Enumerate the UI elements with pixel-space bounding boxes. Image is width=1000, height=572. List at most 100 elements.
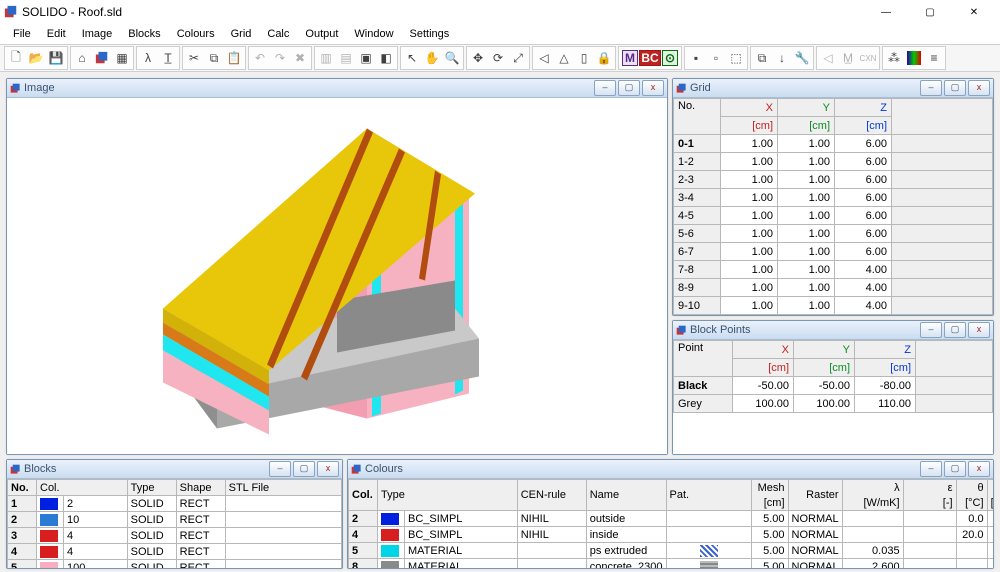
colours-row[interactable]: 5MATERIALps extruded5.00NORMAL0.035 [349, 543, 994, 559]
menu-calc[interactable]: Calc [260, 27, 296, 41]
delete-icon[interactable]: ✖ [290, 48, 310, 68]
palette-icon[interactable]: ▦ [112, 48, 132, 68]
blocks-max-button[interactable]: ▢ [293, 461, 315, 477]
dot-icon[interactable]: ▪ [686, 48, 706, 68]
blocks-row[interactable]: 5100SOLIDRECT [8, 560, 342, 569]
blocks-table[interactable]: No. Col. Type Shape STL File 12SOLIDRECT… [7, 479, 342, 568]
left-icon[interactable]: ◁ [534, 48, 554, 68]
block-points-row[interactable]: Black-50.00-50.00-80.00 [674, 377, 993, 395]
tool-d-icon[interactable]: ◧ [376, 48, 396, 68]
grid-table[interactable]: No. X Y Z [cm] [cm] [cm] 0-11.001.006.00… [673, 98, 993, 315]
minimize-button[interactable]: — [864, 0, 908, 24]
redo-icon[interactable]: ↷ [270, 48, 290, 68]
maximize-button[interactable]: ▢ [908, 0, 952, 24]
wand-icon[interactable]: ⁂ [884, 48, 904, 68]
image-min-button[interactable]: – [594, 80, 616, 96]
menu-output[interactable]: Output [298, 27, 345, 41]
scale-icon[interactable]: ⤢ [508, 48, 528, 68]
grid-min-button[interactable]: – [920, 80, 942, 96]
menu-edit[interactable]: Edit [40, 27, 73, 41]
wrench-icon[interactable]: 🔧 [792, 48, 812, 68]
text-icon[interactable]: T̲ [158, 48, 178, 68]
blocks-close-button[interactable]: x [317, 461, 339, 477]
image-viewport[interactable] [7, 98, 667, 454]
grid-row[interactable]: 6-71.001.006.00 [674, 243, 993, 261]
blocks-row[interactable]: 34SOLIDRECT [8, 528, 342, 544]
grid-row[interactable]: 3-41.001.006.00 [674, 189, 993, 207]
close-button[interactable]: ✕ [952, 0, 996, 24]
tool-c-icon[interactable]: ▣ [356, 48, 376, 68]
block-points-body[interactable]: Point X Y Z [cm] [cm] [cm] Black-50.00-5… [673, 340, 993, 454]
menu-window[interactable]: Window [347, 27, 400, 41]
grid-row[interactable]: 7-81.001.004.00 [674, 261, 993, 279]
lock-icon[interactable]: 🔒 [594, 48, 614, 68]
bar-icon[interactable]: ▯ [574, 48, 594, 68]
up-icon[interactable]: △ [554, 48, 574, 68]
grid-row[interactable]: 9-101.001.004.00 [674, 297, 993, 315]
blocks-row[interactable]: 12SOLIDRECT [8, 496, 342, 512]
image-close-button[interactable]: x [642, 80, 664, 96]
blocks-body[interactable]: No. Col. Type Shape STL File 12SOLIDRECT… [7, 479, 342, 568]
paste-icon[interactable]: 📋 [224, 48, 244, 68]
menu-blocks[interactable]: Blocks [121, 27, 167, 41]
blocks-min-button[interactable]: – [269, 461, 291, 477]
grid-row[interactable]: 1-21.001.006.00 [674, 153, 993, 171]
grid-body[interactable]: No. X Y Z [cm] [cm] [cm] 0-11.001.006.00… [673, 98, 993, 315]
menu-colours[interactable]: Colours [170, 27, 222, 41]
outline-icon[interactable]: ▫ [706, 48, 726, 68]
zoom-icon[interactable]: 🔍 [442, 48, 462, 68]
lambda-icon[interactable]: λ [138, 48, 158, 68]
cut-icon[interactable]: ✂ [184, 48, 204, 68]
open-file-icon[interactable]: 📂 [26, 48, 46, 68]
grid-row[interactable]: 4-51.001.006.00 [674, 207, 993, 225]
blocks-row[interactable]: 210SOLIDRECT [8, 512, 342, 528]
block-points-window-title[interactable]: Block Points – ▢ x [673, 321, 993, 340]
down-icon[interactable]: ↓ [772, 48, 792, 68]
grid-row[interactable]: 8-91.001.004.00 [674, 279, 993, 297]
dash-icon[interactable]: ⬚ [726, 48, 746, 68]
grid-max-button[interactable]: ▢ [944, 80, 966, 96]
colours-table[interactable]: Col.TypeCEN-ruleNamePat.MeshRasterλεθhqθ… [348, 479, 993, 568]
block-points-row[interactable]: Grey100.00100.00110.00 [674, 395, 993, 413]
menu-grid[interactable]: Grid [224, 27, 259, 41]
colours-body[interactable]: Col.TypeCEN-ruleNamePat.MeshRasterλεθhqθ… [348, 479, 993, 568]
colours-row[interactable]: 8MATERIALconcrete_23005.00NORMAL2.600 [349, 559, 994, 569]
copy-icon[interactable]: ⧉ [204, 48, 224, 68]
spectrum-icon[interactable] [904, 48, 924, 68]
bp-close-button[interactable]: x [968, 322, 990, 338]
blocks-row[interactable]: 44SOLIDRECT [8, 544, 342, 560]
move-icon[interactable]: ✥ [468, 48, 488, 68]
bc-icon[interactable]: BC [640, 48, 660, 68]
colours-icon[interactable] [92, 48, 112, 68]
grid-close-button[interactable]: x [968, 80, 990, 96]
bp-min-button[interactable]: – [920, 322, 942, 338]
new-file-icon[interactable]: 🗋 [6, 48, 26, 68]
block-points-table[interactable]: Point X Y Z [cm] [cm] [cm] Black-50.00-5… [673, 340, 993, 413]
colours-max-button[interactable]: ▢ [944, 461, 966, 477]
cp-icon[interactable]: ⊙ [660, 48, 680, 68]
save-file-icon[interactable]: 💾 [46, 48, 66, 68]
colours-row[interactable]: 2BC_SIMPLNIHILoutside5.00NORMAL0.025.000 [349, 511, 994, 527]
image-max-button[interactable]: ▢ [618, 80, 640, 96]
tool-a-icon[interactable]: ▥ [316, 48, 336, 68]
blocks-window-title[interactable]: Blocks – ▢ x [7, 460, 342, 479]
m-icon[interactable]: M [620, 48, 640, 68]
grid-row[interactable]: 2-31.001.006.00 [674, 171, 993, 189]
rotate-icon[interactable]: ⟳ [488, 48, 508, 68]
grid-row[interactable]: 0-11.001.006.00 [674, 135, 993, 153]
menu-file[interactable]: File [6, 27, 38, 41]
colours-row[interactable]: 4BC_SIMPLNIHILinside5.00NORMAL20.07.700 [349, 527, 994, 543]
grid-row[interactable]: 10-111.001.004.00 [674, 315, 993, 316]
undo-icon[interactable]: ↶ [250, 48, 270, 68]
menu-image[interactable]: Image [75, 27, 120, 41]
bp-max-button[interactable]: ▢ [944, 322, 966, 338]
list-icon[interactable]: ≡ [924, 48, 944, 68]
grid-window-title[interactable]: Grid – ▢ x [673, 79, 993, 98]
pointer-icon[interactable]: ↖ [402, 48, 422, 68]
home-icon[interactable]: ⌂ [72, 48, 92, 68]
pan-icon[interactable]: ✋ [422, 48, 442, 68]
grid-row[interactable]: 5-61.001.006.00 [674, 225, 993, 243]
image-window-title[interactable]: Image – ▢ x [7, 79, 667, 98]
tool-b-icon[interactable]: ▤ [336, 48, 356, 68]
colours-close-button[interactable]: x [968, 461, 990, 477]
